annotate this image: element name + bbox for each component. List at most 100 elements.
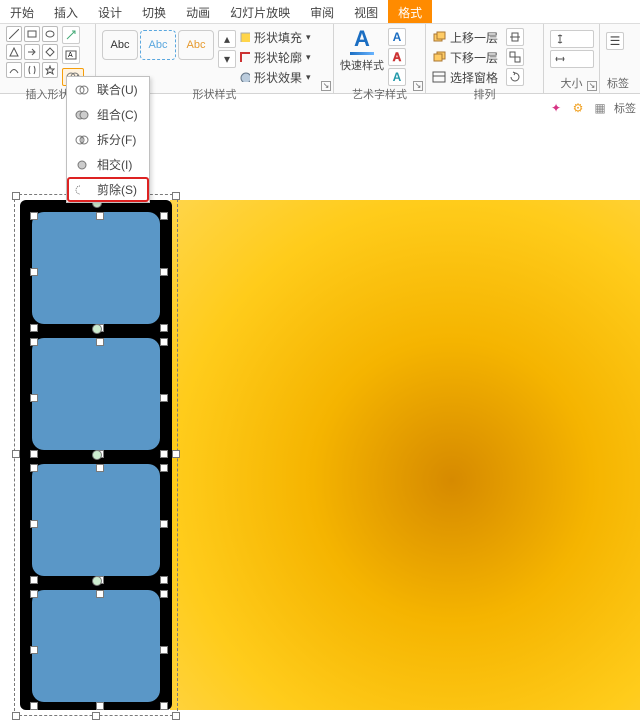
handle-sw[interactable]	[12, 712, 20, 720]
handle-nw[interactable]	[12, 192, 20, 200]
cell-4-rotate-handle[interactable]	[92, 576, 102, 586]
menu-union[interactable]: 联合(U)	[67, 77, 149, 102]
send-backward-button[interactable]: 下移一层	[432, 48, 498, 66]
style-preset-2[interactable]: Abc	[140, 30, 176, 60]
rotate-button[interactable]	[506, 68, 524, 86]
cell-3-handle-1[interactable]	[96, 464, 104, 472]
menu-intersect[interactable]: 相交(I)	[67, 152, 149, 177]
cell-2-handle-1[interactable]	[96, 338, 104, 346]
cell-3-handle-4[interactable]	[160, 520, 168, 528]
shape-oval-icon[interactable]	[42, 26, 58, 42]
cell-3-rotate-handle[interactable]	[92, 450, 102, 460]
yellow-rectangle-shape[interactable]	[170, 200, 640, 710]
slide-canvas[interactable]: [82,208,334,460]	[0, 130, 640, 712]
cell-3-handle-0[interactable]	[30, 464, 38, 472]
text-fill-button[interactable]: A	[388, 28, 406, 46]
tab-view[interactable]: 视图	[344, 0, 388, 23]
cell-4-handle-2[interactable]	[160, 590, 168, 598]
handle-w[interactable]	[12, 450, 20, 458]
shape-star-icon[interactable]	[42, 62, 58, 78]
height-input[interactable]	[550, 30, 594, 48]
cell-2-handle-2[interactable]	[160, 338, 168, 346]
shape-curve-icon[interactable]	[6, 62, 22, 78]
cell-1-handle-1[interactable]	[96, 212, 104, 220]
style-preset-3[interactable]: Abc	[178, 30, 214, 60]
cell-2-rotate-handle[interactable]	[92, 324, 102, 334]
handle-e[interactable]	[172, 450, 180, 458]
cell-2-handle-3[interactable]	[30, 394, 38, 402]
menu-union-label: 联合(U)	[97, 81, 138, 98]
tab-insert[interactable]: 插入	[44, 0, 88, 23]
wordart-launcher[interactable]: ↘	[413, 81, 423, 91]
cell-1-handle-5[interactable]	[30, 324, 38, 332]
shape-outline-button[interactable]: 形状轮廓 ▾	[240, 48, 311, 66]
shape-effects-button[interactable]: 形状效果 ▾	[240, 68, 311, 86]
shape-line-icon[interactable]	[6, 26, 22, 42]
tab-animations[interactable]: 动画	[176, 0, 220, 23]
text-effects-button[interactable]: A	[388, 68, 406, 86]
shape-diamond-icon[interactable]	[42, 44, 58, 60]
cell-1-handle-0[interactable]	[30, 212, 38, 220]
cell-3-handle-7[interactable]	[160, 576, 168, 584]
cell-3-handle-3[interactable]	[30, 520, 38, 528]
style-preset-1[interactable]: Abc	[102, 30, 138, 60]
tab-review[interactable]: 审阅	[300, 0, 344, 23]
menu-fragment[interactable]: 拆分(F)	[67, 127, 149, 152]
quick-styles-button[interactable]: A 快速样式	[340, 28, 384, 73]
shape-brace-icon[interactable]	[24, 62, 40, 78]
menu-combine[interactable]: 组合(C)	[67, 102, 149, 127]
shape-arrow-icon[interactable]	[24, 44, 40, 60]
gear-icon[interactable]: ⚙	[570, 100, 586, 116]
menu-subtract[interactable]: 剪除(S)	[67, 177, 149, 202]
shape-triangle-icon[interactable]	[6, 44, 22, 60]
group-button[interactable]	[506, 48, 524, 66]
cell-2-handle-5[interactable]	[30, 450, 38, 458]
align-button[interactable]	[506, 28, 524, 46]
cell-1-handle-4[interactable]	[160, 268, 168, 276]
film-cell-1[interactable]	[32, 212, 160, 324]
width-input[interactable]	[550, 50, 594, 68]
handle-ne[interactable]	[172, 192, 180, 200]
cell-3-handle-2[interactable]	[160, 464, 168, 472]
cell-1-handle-7[interactable]	[160, 324, 168, 332]
cell-2-handle-4[interactable]	[160, 394, 168, 402]
film-cell-3[interactable]	[32, 464, 160, 576]
cell-4-handle-1[interactable]	[96, 590, 104, 598]
settings-icon[interactable]: ✦	[548, 100, 564, 116]
gallery-up-button[interactable]: ▴	[218, 30, 236, 48]
tab-slideshow[interactable]: 幻灯片放映	[220, 0, 300, 23]
cell-2-handle-7[interactable]	[160, 450, 168, 458]
cell-4-handle-4[interactable]	[160, 646, 168, 654]
selection-pane-button[interactable]: 选择窗格	[432, 68, 498, 86]
edit-shape-button[interactable]	[62, 26, 80, 44]
grid-icon[interactable]: ▦	[592, 100, 608, 116]
tab-design[interactable]: 设计	[88, 0, 132, 23]
shape-styles-launcher[interactable]: ↘	[321, 81, 331, 91]
size-launcher[interactable]: ↘	[587, 81, 597, 91]
tab-format[interactable]: 格式	[388, 0, 432, 23]
shape-fill-button[interactable]: 形状填充 ▾	[240, 28, 311, 46]
cell-4-handle-6[interactable]	[96, 702, 104, 710]
cell-4-handle-3[interactable]	[30, 646, 38, 654]
mark-button[interactable]: ☰	[606, 32, 624, 50]
tab-home[interactable]: 开始	[0, 0, 44, 23]
cell-1-handle-3[interactable]	[30, 268, 38, 276]
cell-1-handle-2[interactable]	[160, 212, 168, 220]
handle-se[interactable]	[172, 712, 180, 720]
cell-4-handle-0[interactable]	[30, 590, 38, 598]
handle-s[interactable]	[92, 712, 100, 720]
cell-3-handle-5[interactable]	[30, 576, 38, 584]
shape-gallery[interactable]	[6, 26, 58, 78]
cell-4-handle-5[interactable]	[30, 702, 38, 710]
cell-2-handle-0[interactable]	[30, 338, 38, 346]
film-cell-4[interactable]	[32, 590, 160, 702]
text-outline-button[interactable]: A	[388, 48, 406, 66]
shape-style-gallery[interactable]: Abc Abc Abc ▴ ▾	[102, 30, 236, 68]
shape-rect-icon[interactable]	[24, 26, 40, 42]
bring-forward-button[interactable]: 上移一层	[432, 28, 498, 46]
gallery-down-button[interactable]: ▾	[218, 50, 236, 68]
text-box-button[interactable]: A	[62, 46, 80, 64]
tab-transitions[interactable]: 切换	[132, 0, 176, 23]
cell-4-handle-7[interactable]	[160, 702, 168, 710]
film-cell-2[interactable]	[32, 338, 160, 450]
